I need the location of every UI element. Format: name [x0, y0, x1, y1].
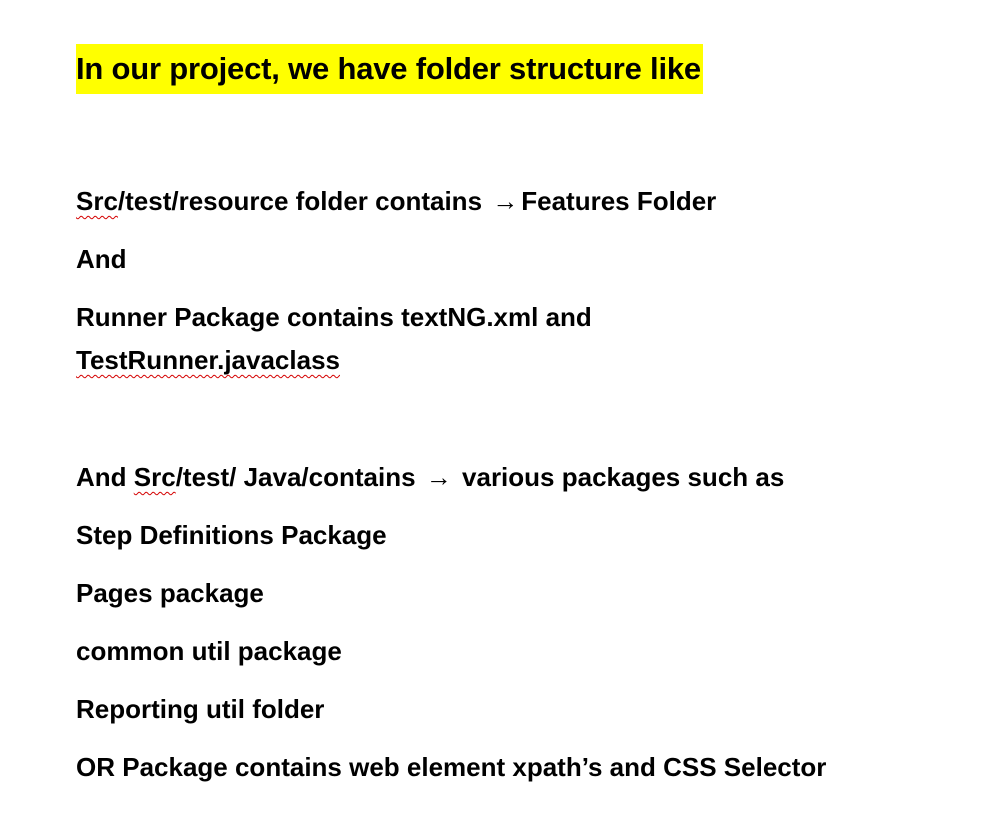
- document-page: In our project, we have folder structure…: [0, 0, 993, 837]
- features-folder-text: Features Folder: [521, 186, 717, 216]
- runner-package-line: Runner Package contains textNG.xml and: [76, 302, 592, 332]
- java-folder-line: And Src/test/ Java/contains → various pa…: [76, 460, 784, 494]
- misspelled-word: TestRunner.javaclass: [76, 345, 340, 375]
- resource-path-text: /test/resource folder contains: [117, 186, 490, 216]
- misspelled-word: Src: [133, 462, 176, 492]
- step-definitions-line: Step Definitions Package: [76, 520, 387, 550]
- reporting-util-line: Reporting util folder: [76, 694, 325, 724]
- various-packages-text: various packages such as: [454, 462, 785, 492]
- or-package-line: OR Package contains web element xpath’s …: [76, 752, 827, 782]
- highlighted-heading: In our project, we have folder structure…: [76, 44, 703, 94]
- and-line: And: [76, 244, 127, 274]
- common-util-line: common util package: [76, 636, 342, 666]
- right-arrow-icon: →: [425, 462, 452, 492]
- right-arrow-icon: →: [492, 186, 519, 216]
- pages-package-line: Pages package: [76, 578, 264, 608]
- misspelled-word: Src: [76, 186, 118, 216]
- heading-text: In our project, we have folder structure…: [76, 51, 701, 86]
- and-prefix-text: And: [76, 462, 134, 492]
- java-path-text: /test/ Java/contains: [175, 462, 423, 492]
- resource-folder-line: Src/test/resource folder contains → Featu…: [76, 184, 716, 218]
- testrunner-line: TestRunner.javaclass: [76, 343, 340, 377]
